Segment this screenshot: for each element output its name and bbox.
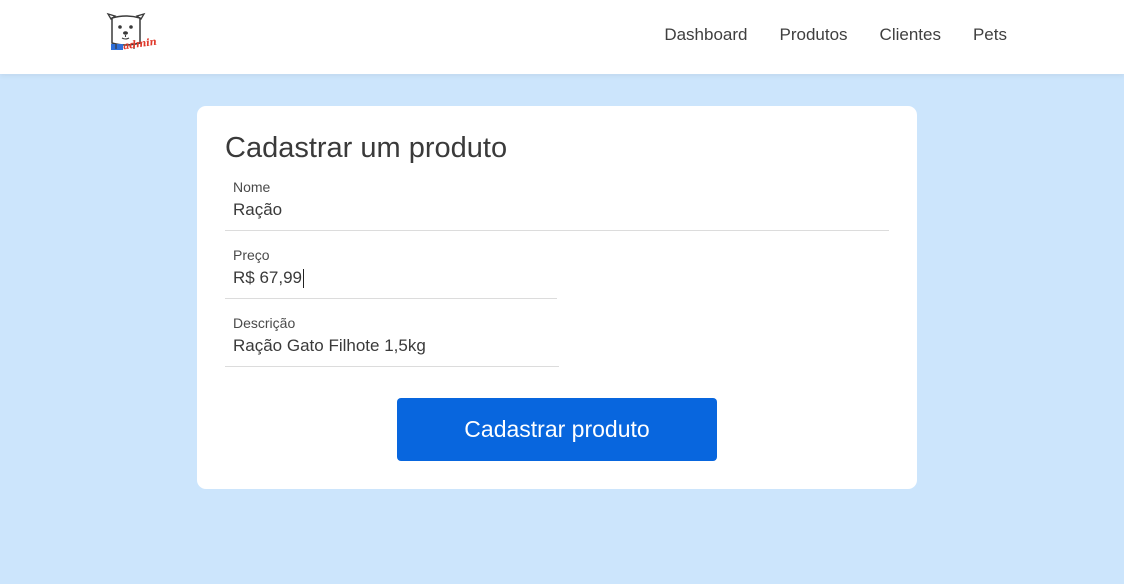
- top-header: admin Dashboard Produtos Clientes Pets: [0, 0, 1124, 74]
- price-label: Preço: [233, 247, 270, 263]
- nav-dashboard[interactable]: Dashboard: [664, 24, 747, 46]
- price-input[interactable]: R$ 67,99: [233, 267, 549, 289]
- product-form-card: Cadastrar um produto Nome Preço R$ 67,99…: [197, 106, 917, 489]
- name-label: Nome: [233, 179, 271, 195]
- submit-product-button[interactable]: Cadastrar produto: [397, 398, 717, 461]
- nav-pets[interactable]: Pets: [973, 24, 1007, 46]
- name-input[interactable]: [233, 199, 881, 221]
- price-field[interactable]: Preço R$ 67,99: [225, 246, 557, 299]
- description-label: Descrição: [233, 315, 296, 331]
- dog-admin-logo[interactable]: admin: [104, 11, 158, 59]
- main-nav: Dashboard Produtos Clientes Pets: [664, 24, 1007, 46]
- nav-clientes[interactable]: Clientes: [880, 24, 941, 46]
- nav-produtos[interactable]: Produtos: [780, 24, 848, 46]
- description-input[interactable]: [233, 335, 551, 357]
- text-caret: [303, 269, 304, 289]
- form-title: Cadastrar um produto: [225, 132, 508, 164]
- dog-logo-icon: [106, 12, 146, 50]
- price-value: R$ 67,99: [233, 268, 302, 287]
- description-field[interactable]: Descrição: [225, 314, 559, 367]
- name-field[interactable]: Nome: [225, 178, 889, 231]
